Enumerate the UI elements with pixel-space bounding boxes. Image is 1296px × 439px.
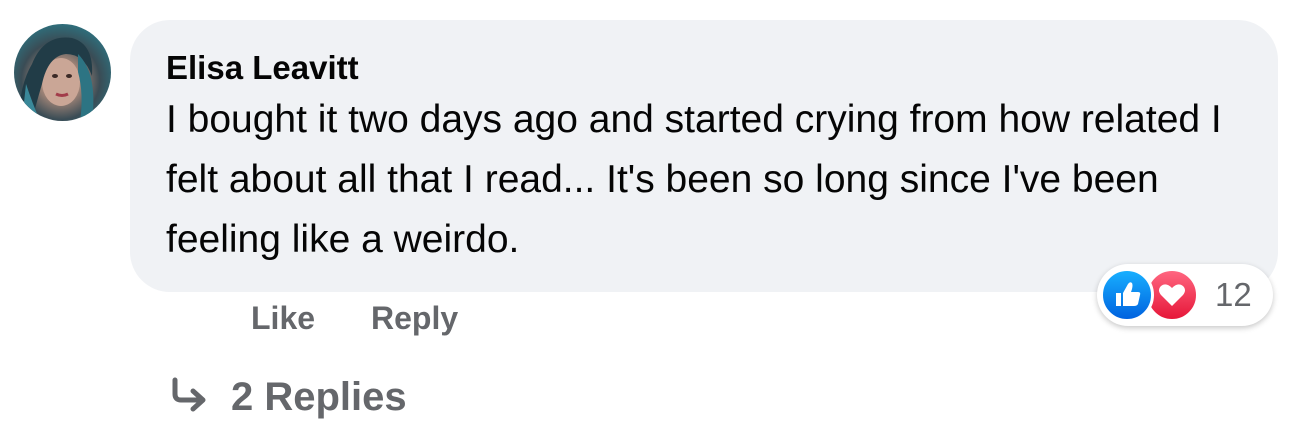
- comment-author[interactable]: Elisa Leavitt: [166, 48, 1278, 88]
- reaction-count: 12: [1215, 276, 1252, 313]
- reactions-summary[interactable]: 12: [1097, 264, 1273, 326]
- comment-text: I bought it two days ago and started cry…: [166, 98, 1222, 261]
- replies-label: 2 Replies: [231, 375, 407, 419]
- avatar[interactable]: [14, 24, 111, 121]
- view-replies-link[interactable]: 2 Replies: [167, 373, 407, 421]
- reply-arrow-icon: [167, 374, 213, 420]
- reply-button[interactable]: Reply: [371, 298, 458, 338]
- comment-bubble: Elisa Leavitt I bought it two days ago a…: [130, 20, 1278, 292]
- like-reaction-icon: [1100, 268, 1154, 322]
- like-button[interactable]: Like: [251, 298, 315, 338]
- avatar-photo: [18, 37, 94, 121]
